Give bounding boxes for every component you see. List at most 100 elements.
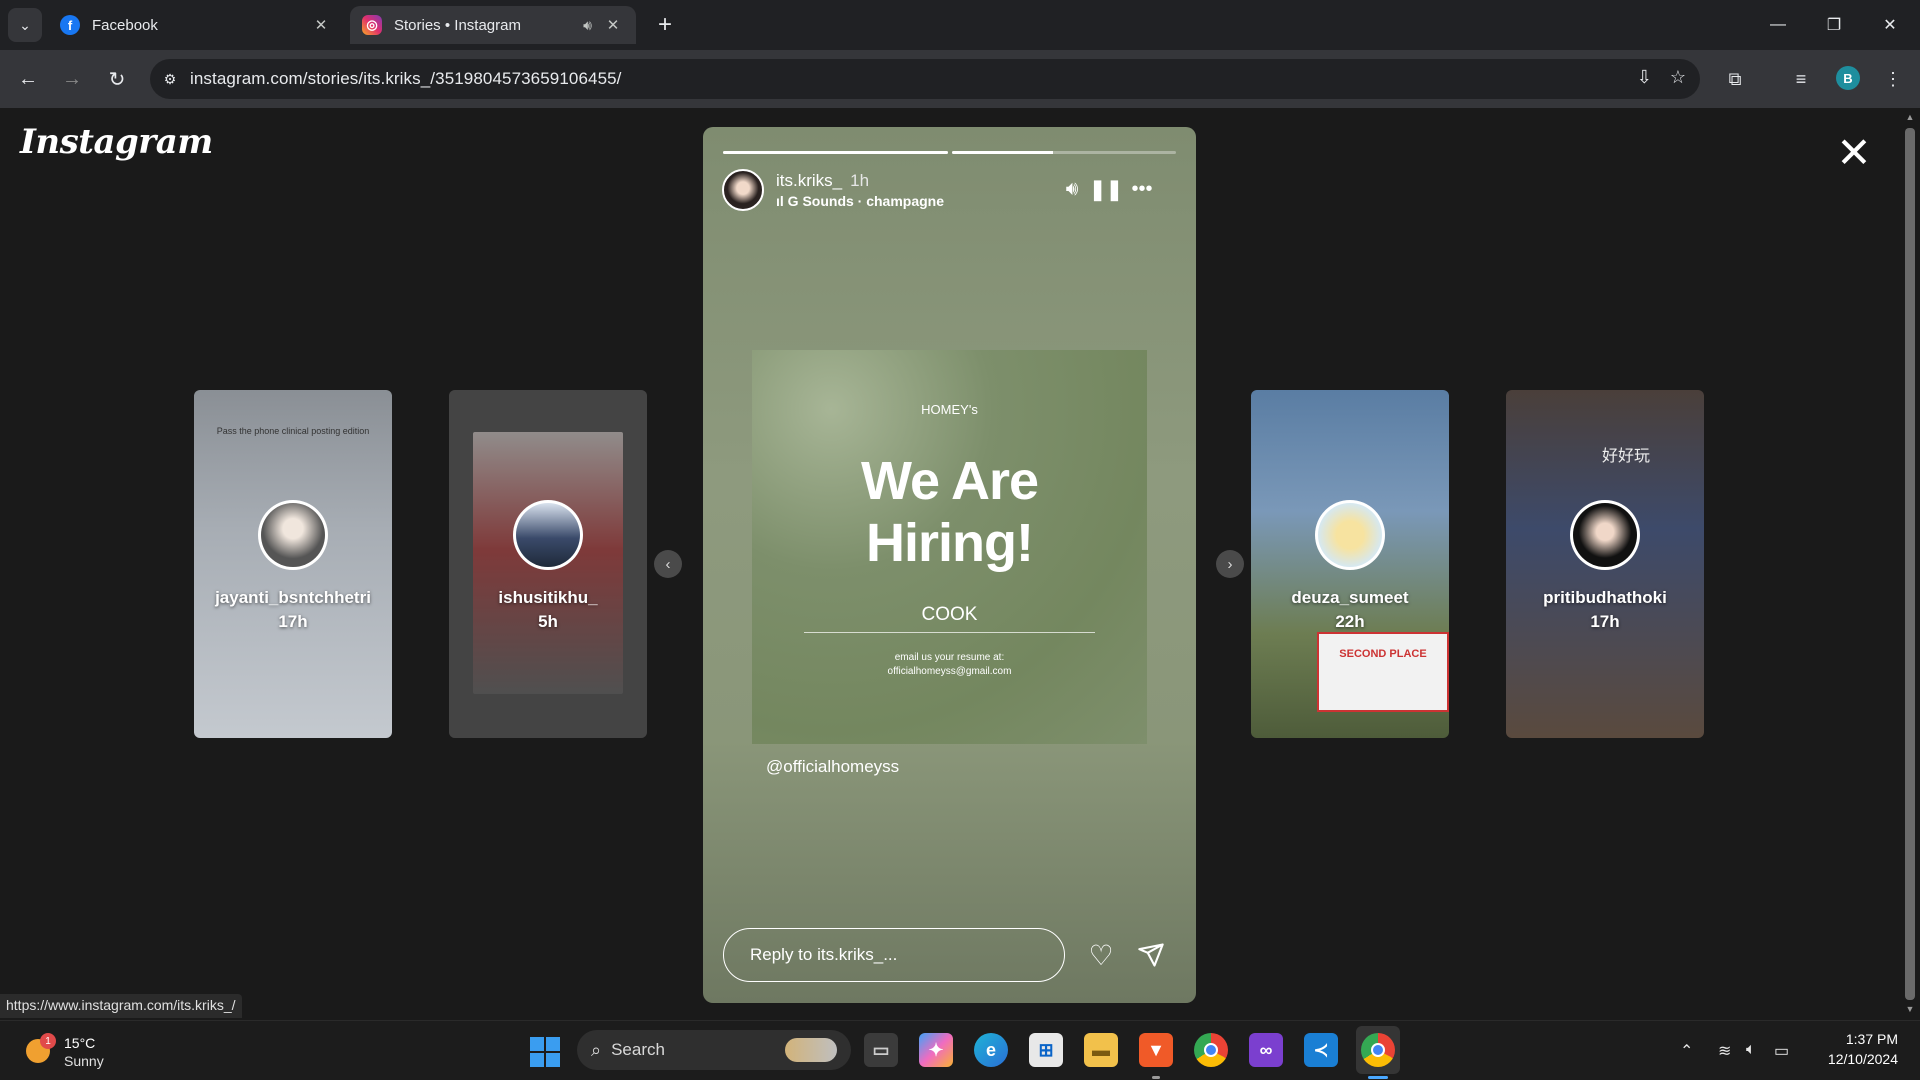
page-scrollbar[interactable]: ▲ ▼: [1900, 108, 1920, 1020]
instagram-logo[interactable]: Instagram: [20, 122, 213, 162]
vscode-icon[interactable]: ≺: [1304, 1033, 1338, 1067]
close-window-button[interactable]: ✕: [1862, 0, 1918, 50]
like-button[interactable]: ♡: [1085, 939, 1117, 971]
send-icon: [1138, 943, 1164, 967]
back-button[interactable]: ←: [12, 63, 44, 95]
email-address: officialhomeyss@gmail.com: [887, 666, 1012, 677]
windows-taskbar: 1 15°C Sunny ⌕ Search ▭ ✦ e ⊞ ▬ ▼ ∞ ≺ ⌃ …: [0, 1020, 1920, 1080]
reload-button[interactable]: ↻: [101, 63, 133, 95]
tab-facebook[interactable]: f Facebook ✕: [48, 6, 344, 44]
tab-title: Facebook: [92, 16, 158, 34]
pause-icon: ❚❚: [1089, 178, 1123, 201]
chrome-profile-icon[interactable]: [1361, 1033, 1395, 1067]
story-username[interactable]: its.kriks_: [776, 171, 842, 190]
clock-time[interactable]: 1:37 PM: [1824, 1031, 1898, 1047]
extensions-icon[interactable]: ⧉: [1720, 64, 1750, 94]
reply-input[interactable]: Reply to its.kriks_...: [723, 928, 1065, 982]
speaker-icon: 🔊︎: [1065, 177, 1079, 200]
visual-studio-icon[interactable]: ∞: [1249, 1033, 1283, 1067]
browser-toolbar: ← → ↻ ⚙︎ instagram.com/stories/its.kriks…: [0, 50, 1920, 108]
bookmark-star-icon[interactable]: ☆: [1670, 67, 1686, 88]
brand-text: HOMEY's: [921, 402, 978, 417]
file-explorer-icon[interactable]: ▬: [1084, 1033, 1118, 1067]
avatar: [258, 500, 328, 570]
share-button[interactable]: [1135, 939, 1167, 971]
search-highlight-image: [785, 1038, 837, 1062]
story-preview-ishusitikhu[interactable]: ishusitikhu_ 5h: [449, 390, 647, 738]
headline-line: Hiring!: [866, 513, 1034, 573]
music-label[interactable]: ıl G Sounds · champagne: [776, 193, 944, 209]
mention-sticker[interactable]: @officialhomeyss: [766, 757, 899, 777]
clock-date[interactable]: 12/10/2024: [1814, 1051, 1898, 1067]
more-options-button[interactable]: •••: [1126, 173, 1158, 205]
story-time: 1h: [850, 171, 870, 190]
brave-icon[interactable]: ▼: [1139, 1033, 1173, 1067]
chevron-left-icon: ‹: [665, 555, 671, 573]
next-story-button[interactable]: ›: [1216, 550, 1244, 578]
browser-tab-bar: ⌄ f Facebook ✕ ◎ Stories • Instagram 🔊︎ …: [0, 0, 1920, 50]
weather-widget[interactable]: 1 15°C Sunny: [26, 1031, 146, 1071]
avatar: [1570, 500, 1640, 570]
restore-button[interactable]: ❐: [1806, 0, 1862, 50]
new-tab-button[interactable]: +: [650, 10, 680, 40]
media-control-icon[interactable]: ≡: [1786, 64, 1816, 94]
tab-instagram-stories[interactable]: ◎ Stories • Instagram 🔊︎ ✕: [350, 6, 636, 44]
avatar: [1315, 500, 1385, 570]
previous-story-button[interactable]: ‹: [654, 550, 682, 578]
scroll-thumb[interactable]: [1905, 128, 1915, 1000]
scroll-up-icon[interactable]: ▲: [1904, 112, 1916, 124]
profile-avatar[interactable]: B: [1836, 66, 1860, 90]
avatar: [513, 500, 583, 570]
url-text[interactable]: instagram.com/stories/its.kriks_/3519804…: [190, 69, 622, 89]
install-app-icon[interactable]: ⇩: [1637, 67, 1652, 88]
story-preview-pritibudhathoki[interactable]: 好好玩 pritibudhathoki 17h: [1506, 390, 1704, 738]
more-horizontal-icon: •••: [1131, 177, 1153, 200]
copilot-icon[interactable]: ✦: [919, 1033, 953, 1067]
weather-temp: 15°C: [64, 1035, 96, 1051]
progress-segment: [951, 151, 1176, 154]
story-preview-deuza[interactable]: SECOND PLACE deuza_sumeet 22h: [1251, 390, 1449, 738]
story-time: 17h: [1590, 612, 1620, 631]
story-header: its.kriks_ 1h ıl G Sounds · champagne 🔊︎ …: [722, 169, 1177, 211]
close-tab-icon[interactable]: ✕: [602, 14, 624, 36]
taskbar-search[interactable]: ⌕ Search: [577, 1030, 851, 1070]
menu-kebab-icon[interactable]: ⋮: [1878, 64, 1908, 94]
story-preview-jayanti[interactable]: Pass the phone clinical posting edition …: [194, 390, 392, 738]
close-tab-icon[interactable]: ✕: [310, 14, 332, 36]
active-story[interactable]: its.kriks_ 1h ıl G Sounds · champagne 🔊︎ …: [703, 127, 1196, 1003]
story-username: jayanti_bsntchhetri: [215, 588, 371, 607]
story-overlay-text: SECOND PLACE: [1317, 632, 1449, 712]
chevron-up-icon[interactable]: ⌃: [1680, 1041, 1693, 1061]
address-bar[interactable]: ⚙︎ instagram.com/stories/its.kriks_/3519…: [150, 59, 1700, 99]
pause-button[interactable]: ❚❚: [1089, 173, 1123, 205]
task-view-icon[interactable]: ▭: [864, 1033, 898, 1067]
story-username: pritibudhathoki: [1543, 588, 1667, 607]
wifi-icon[interactable]: ≋: [1718, 1041, 1731, 1061]
chrome-icon[interactable]: [1194, 1033, 1228, 1067]
story-progress-bar: [723, 151, 1176, 154]
microsoft-store-icon[interactable]: ⊞: [1029, 1033, 1063, 1067]
story-time: 22h: [1335, 612, 1365, 631]
headline: We Are Hiring!: [752, 450, 1147, 574]
site-info-icon[interactable]: ⚙︎: [150, 59, 190, 99]
volume-icon[interactable]: 🔈︎: [1746, 1041, 1756, 1059]
minimize-button[interactable]: —: [1750, 0, 1806, 50]
edge-icon[interactable]: e: [974, 1033, 1008, 1067]
story-overlay-text: 好好玩: [1602, 448, 1651, 465]
start-button[interactable]: [530, 1037, 560, 1067]
facebook-icon: f: [60, 15, 80, 35]
heart-icon: ♡: [1088, 939, 1114, 971]
avatar[interactable]: [722, 169, 764, 211]
story-time: 17h: [278, 612, 308, 631]
instagram-stories-page: Instagram ✕ Pass the phone clinical post…: [0, 108, 1900, 1020]
active-indicator: [1368, 1076, 1388, 1079]
scroll-down-icon[interactable]: ▼: [1904, 1004, 1916, 1016]
forward-button[interactable]: →: [56, 63, 88, 95]
mute-button[interactable]: 🔊︎: [1056, 173, 1088, 205]
battery-icon[interactable]: ▭: [1774, 1041, 1789, 1061]
notification-badge: 1: [40, 1033, 56, 1049]
speaker-icon[interactable]: 🔊︎: [583, 17, 592, 34]
story-image: HOMEY's We Are Hiring! COOK email us you…: [752, 350, 1147, 744]
tab-search-button[interactable]: ⌄: [8, 8, 42, 42]
close-stories-icon[interactable]: ✕: [1836, 129, 1872, 176]
